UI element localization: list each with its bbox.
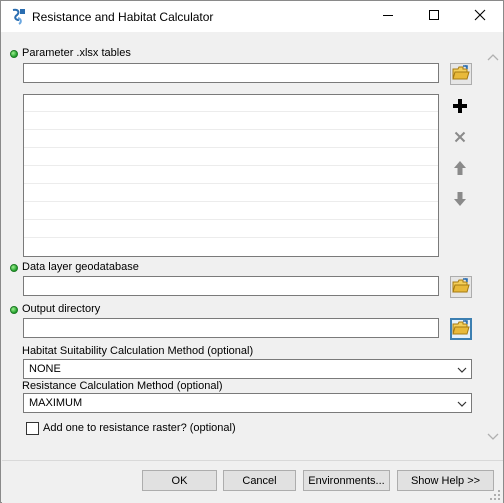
window-title: Resistance and Habitat Calculator (32, 10, 214, 24)
habitat-method-value: NONE (29, 363, 61, 375)
resistance-method-label: Resistance Calculation Method (optional) (22, 380, 223, 392)
list-row-divider (24, 147, 438, 148)
add-one-checkbox[interactable] (26, 422, 39, 435)
open-folder-icon (452, 64, 470, 84)
data-gdb-input[interactable] (23, 276, 439, 296)
move-up-button[interactable] (449, 158, 471, 180)
calculator-tool-icon (10, 8, 26, 26)
minimize-icon (382, 9, 394, 24)
cancel-button[interactable]: Cancel (223, 470, 296, 491)
title-bar[interactable]: Resistance and Habitat Calculator (1, 1, 503, 32)
move-down-icon (453, 191, 467, 210)
chevron-down-icon (457, 399, 467, 407)
close-icon (474, 9, 486, 24)
required-indicator-icon (10, 50, 18, 58)
required-indicator-icon (10, 306, 18, 314)
chevron-down-icon (457, 365, 467, 373)
data-gdb-label: Data layer geodatabase (22, 261, 139, 273)
output-dir-input[interactable] (23, 318, 439, 338)
list-row-divider (24, 237, 438, 238)
data-gdb-browse-button[interactable] (450, 276, 472, 298)
param-tables-input[interactable] (23, 63, 439, 83)
minimize-button[interactable] (365, 1, 411, 32)
parameters-panel: Parameter .xlsx tables Data layer geodat… (2, 32, 482, 460)
param-tables-label: Parameter .xlsx tables (22, 47, 131, 59)
list-row-divider (24, 129, 438, 130)
maximize-button[interactable] (411, 1, 457, 32)
output-dir-label: Output directory (22, 303, 101, 315)
resize-grip-icon[interactable] (489, 489, 501, 501)
scroll-up-icon[interactable] (486, 50, 499, 63)
move-down-button[interactable] (449, 189, 471, 211)
param-tables-list[interactable] (23, 94, 439, 257)
move-up-icon (453, 160, 467, 179)
add-icon (452, 98, 468, 117)
tool-dialog-window: Resistance and Habitat Calculator Parame… (0, 0, 504, 503)
add-one-label: Add one to resistance raster? (optional) (43, 422, 236, 434)
vertical-scrollbar[interactable] (482, 32, 503, 460)
dialog-footer: OK Cancel Environments... Show Help >> (2, 460, 503, 503)
output-dir-browse-button[interactable] (450, 318, 472, 340)
scroll-down-icon[interactable] (486, 430, 499, 443)
remove-row-button[interactable] (449, 127, 471, 149)
required-indicator-icon (10, 264, 18, 272)
list-row-divider (24, 183, 438, 184)
habitat-method-select[interactable]: NONE (23, 359, 472, 379)
resistance-method-value: MAXIMUM (29, 397, 83, 409)
list-row-divider (24, 219, 438, 220)
list-row-divider (24, 111, 438, 112)
remove-icon (454, 131, 466, 146)
list-row-divider (24, 201, 438, 202)
open-folder-icon (452, 277, 470, 297)
show-help-button[interactable]: Show Help >> (397, 470, 494, 491)
open-folder-icon (452, 319, 470, 339)
ok-button[interactable]: OK (142, 470, 217, 491)
param-tables-browse-button[interactable] (450, 63, 472, 85)
habitat-method-label: Habitat Suitability Calculation Method (… (22, 345, 254, 357)
resistance-method-select[interactable]: MAXIMUM (23, 393, 472, 413)
environments-button[interactable]: Environments... (303, 470, 390, 491)
add-row-button[interactable] (449, 96, 471, 118)
maximize-icon (428, 9, 440, 24)
list-row-divider (24, 165, 438, 166)
close-button[interactable] (457, 1, 503, 32)
